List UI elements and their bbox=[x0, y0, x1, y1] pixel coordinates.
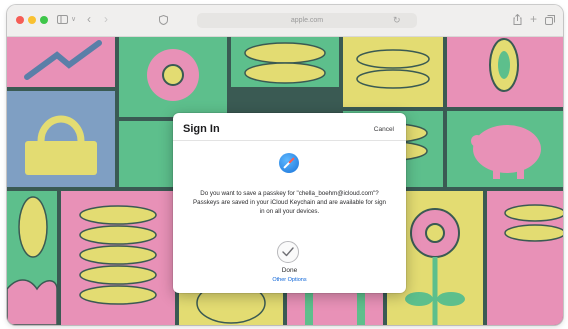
cancel-button[interactable]: Cancel bbox=[374, 126, 394, 133]
done-label: Done bbox=[281, 267, 298, 274]
page-content: Sign In Cancel Do you want to save a pas… bbox=[7, 37, 563, 325]
minimize-window-button[interactable] bbox=[28, 16, 36, 24]
reload-icon[interactable]: ↻ bbox=[393, 15, 401, 25]
done-button[interactable] bbox=[277, 241, 299, 263]
forward-icon[interactable]: › bbox=[104, 13, 108, 25]
checkmark-icon bbox=[282, 247, 294, 257]
share-icon[interactable] bbox=[513, 13, 522, 28]
browser-toolbar: ∨ ‹ › apple.com ↻ + bbox=[7, 5, 563, 37]
dialog-divider bbox=[173, 140, 406, 141]
tab-overview-icon[interactable] bbox=[545, 15, 555, 28]
privacy-icon[interactable] bbox=[159, 14, 168, 28]
sign-in-dialog: Sign In Cancel Do you want to save a pas… bbox=[173, 113, 406, 293]
new-tab-icon[interactable]: + bbox=[530, 13, 537, 25]
browser-window: ∨ ‹ › apple.com ↻ + Sign In Cancel Do yo… bbox=[7, 5, 563, 325]
safari-compass-icon bbox=[279, 153, 299, 173]
compass-needle bbox=[283, 157, 295, 169]
maximize-window-button[interactable] bbox=[40, 16, 48, 24]
chevron-down-icon[interactable]: ∨ bbox=[71, 15, 76, 25]
dialog-title: Sign In bbox=[183, 123, 220, 135]
passkey-message: Do you want to save a passkey for "chell… bbox=[193, 190, 386, 215]
back-icon[interactable]: ‹ bbox=[87, 13, 91, 25]
close-window-button[interactable] bbox=[16, 16, 24, 24]
other-options-link[interactable]: Other Options bbox=[173, 277, 406, 283]
address-bar[interactable]: apple.com bbox=[197, 13, 417, 28]
sidebar-icon[interactable] bbox=[57, 15, 68, 27]
url-text: apple.com bbox=[290, 17, 324, 24]
